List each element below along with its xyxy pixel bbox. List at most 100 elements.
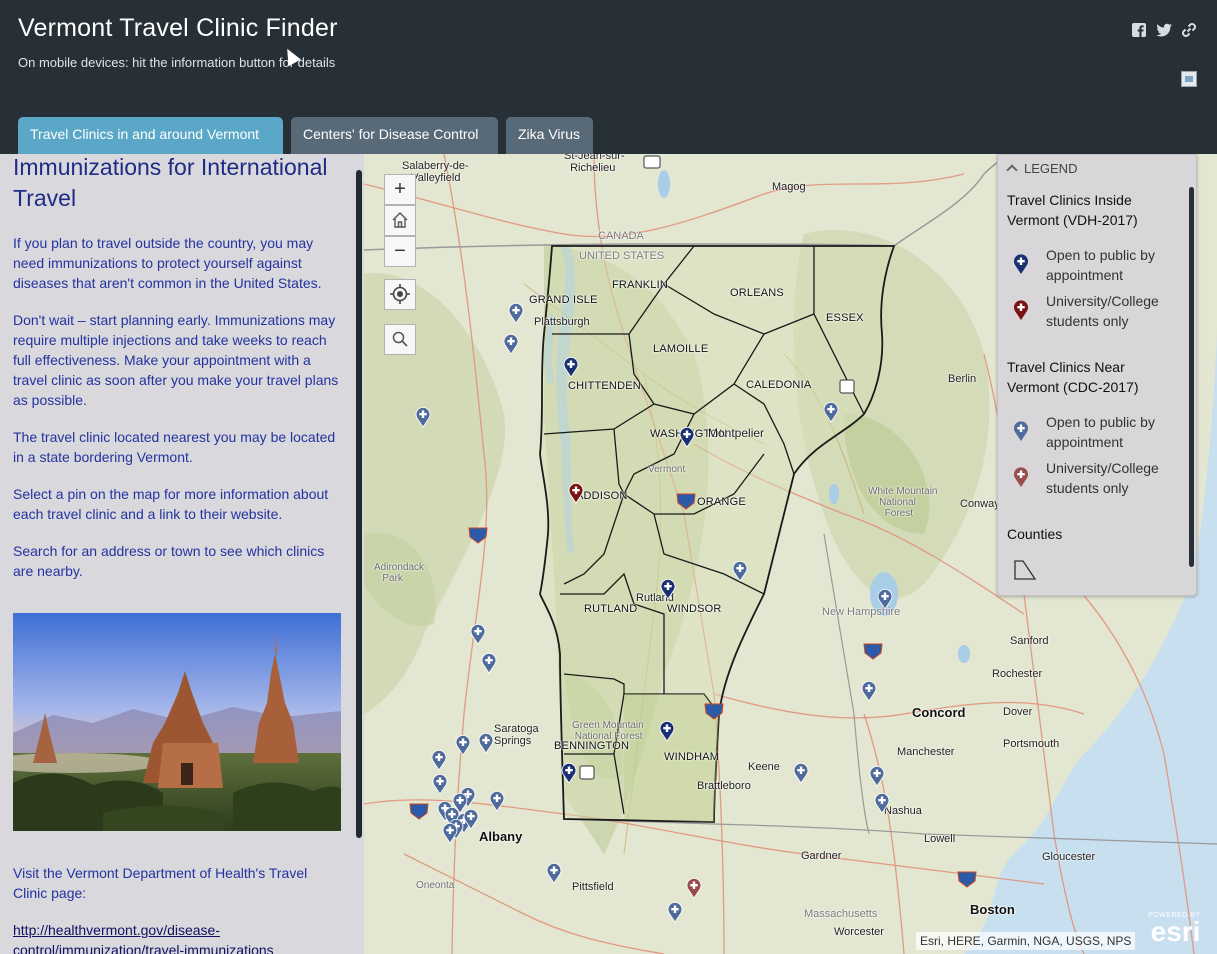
broken-logo-image — [1181, 71, 1197, 87]
label-rochester: Rochester — [992, 668, 1043, 680]
clinic-pin[interactable] — [793, 762, 809, 784]
label-gardner: Gardner — [801, 850, 842, 862]
clinic-pin[interactable] — [568, 482, 584, 504]
app-window: Vermont Travel Clinic Finder On mobile d… — [0, 0, 1217, 954]
vdh-travel-immunizations-link[interactable]: http://healthvermont.gov/disease-control… — [13, 920, 345, 954]
clinic-pin[interactable] — [679, 426, 695, 448]
locate-button[interactable] — [384, 279, 416, 310]
label-orange: ORANGE — [697, 496, 746, 508]
visit-vdh-text: Visit the Vermont Department of Health's… — [13, 865, 308, 901]
twitter-icon[interactable] — [1155, 22, 1173, 40]
clinic-pin[interactable] — [877, 588, 893, 610]
clinic-pin[interactable] — [686, 877, 702, 899]
label-essex: ESSEX — [826, 312, 864, 324]
clinic-pin[interactable] — [660, 578, 676, 600]
clinic-pin[interactable] — [823, 401, 839, 423]
label-sanford: Sanford — [1010, 635, 1049, 647]
legend-counties-title: Counties — [1007, 526, 1063, 542]
tab-travel-clinics[interactable]: Travel Clinics in and around Vermont — [18, 117, 283, 154]
tab-zika-virus[interactable]: Zika Virus — [506, 117, 593, 154]
clinic-pin[interactable] — [874, 792, 890, 814]
clinic-pin[interactable] — [478, 732, 494, 754]
label-pittsfield: Pittsfield — [572, 881, 614, 893]
label-canada: CANADA — [598, 230, 644, 242]
paragraph-select-pin: Select a pin on the map for more informa… — [13, 486, 329, 522]
clinic-pin[interactable] — [508, 302, 524, 324]
label-berlin: Berlin — [948, 373, 977, 385]
clinic-pin[interactable] — [546, 862, 562, 884]
legend-group-vdh-title: Travel Clinics Inside Vermont (VDH-2017) — [1007, 192, 1138, 228]
pin-public-light-icon — [1013, 420, 1029, 447]
label-magog: Magog — [772, 181, 806, 193]
clinic-pin[interactable] — [442, 822, 458, 844]
clinic-pin[interactable] — [732, 560, 748, 582]
label-saratoga-springs: Saratoga Springs — [494, 723, 539, 747]
clinic-pin[interactable] — [463, 808, 479, 830]
esri-logo[interactable]: POWERED BY esri — [1148, 912, 1200, 946]
label-concord: Concord — [912, 705, 966, 720]
legend-item-label: University/College students only — [1046, 293, 1159, 329]
clinic-pin[interactable] — [659, 720, 675, 742]
chevron-up-icon — [1006, 164, 1018, 176]
label-adirondack-park: Adirondack Park — [374, 562, 425, 584]
legend-item-label: University/College students only — [1046, 460, 1159, 496]
tab-cdc[interactable]: Centers' for Disease Control — [291, 117, 498, 154]
label-franklin: FRANKLIN — [612, 279, 668, 291]
clinic-pin[interactable] — [489, 790, 505, 812]
zoom-in-button[interactable]: + — [384, 174, 416, 205]
clinic-pin[interactable] — [415, 406, 431, 428]
clinic-pin[interactable] — [561, 762, 577, 784]
clinic-pin[interactable] — [667, 901, 683, 923]
label-gloucester: Gloucester — [1042, 851, 1096, 863]
clinic-pin[interactable] — [431, 749, 447, 771]
legend-item-label: Open to public by appointment — [1046, 247, 1155, 283]
label-plattsburgh: Plattsburgh — [534, 316, 590, 328]
label-manchester: Manchester — [897, 746, 955, 758]
clinic-pin[interactable] — [563, 356, 579, 378]
home-button[interactable] — [384, 205, 416, 236]
clinic-pin[interactable] — [432, 773, 448, 795]
label-vermont: Vermont — [648, 464, 686, 475]
clinic-pin[interactable] — [481, 652, 497, 674]
search-button[interactable] — [384, 324, 416, 355]
map-attribution: Esri, HERE, Garmin, NGA, USGS, NPS — [916, 932, 1136, 950]
temples-photo — [13, 613, 341, 831]
pin-students-dark-icon — [1013, 299, 1029, 326]
side-panel-heading: Immunizations for International Travel — [13, 154, 328, 211]
label-dover: Dover — [1003, 706, 1033, 718]
clinic-pin[interactable] — [470, 623, 486, 645]
label-massachusetts: Massachusetts — [804, 908, 878, 920]
label-worcester: Worcester — [834, 926, 884, 938]
locate-icon — [390, 284, 410, 304]
home-icon — [392, 212, 408, 228]
clinic-pin[interactable] — [861, 680, 877, 702]
link-icon[interactable] — [1180, 22, 1198, 40]
label-rutland: RUTLAND — [584, 603, 638, 615]
side-panel: Immunizations for International Travel I… — [0, 154, 364, 954]
label-green-mountain-nf: Green Mountain National Forest — [572, 720, 644, 742]
legend-toggle[interactable]: LEGEND — [1006, 161, 1077, 176]
zoom-out-button[interactable]: − — [384, 236, 416, 267]
label-lamoille: LAMOILLE — [653, 343, 709, 355]
paragraph-plan-early: Don't wait – start planning early. Immun… — [13, 312, 339, 408]
clinic-pin[interactable] — [503, 333, 519, 355]
label-chittenden: CHITTENDEN — [568, 380, 641, 392]
label-caledonia: CALEDONIA — [746, 379, 812, 391]
facebook-icon[interactable] — [1130, 22, 1148, 40]
label-oneonta: Oneonta — [416, 880, 455, 891]
app-header: Vermont Travel Clinic Finder On mobile d… — [0, 0, 1217, 154]
clinic-pin[interactable] — [869, 765, 885, 787]
legend-scrollbar[interactable] — [1189, 187, 1194, 567]
county-polygon-icon — [1013, 559, 1037, 586]
app-title: Vermont Travel Clinic Finder — [18, 14, 338, 42]
side-panel-scrollbar[interactable] — [356, 170, 362, 838]
legend-group-cdc-title: Travel Clinics Near Vermont (CDC-2017) — [1007, 359, 1139, 395]
label-united-states: UNITED STATES — [579, 250, 665, 262]
search-icon — [392, 331, 408, 347]
side-panel-content: Immunizations for International Travel I… — [13, 154, 345, 954]
clinic-pin[interactable] — [455, 734, 471, 756]
label-grand-isle: GRAND ISLE — [529, 294, 598, 306]
label-windsor: WINDSOR — [667, 603, 722, 615]
label-windham: WINDHAM — [664, 751, 720, 763]
paragraph-search: Search for an address or town to see whi… — [13, 543, 325, 579]
